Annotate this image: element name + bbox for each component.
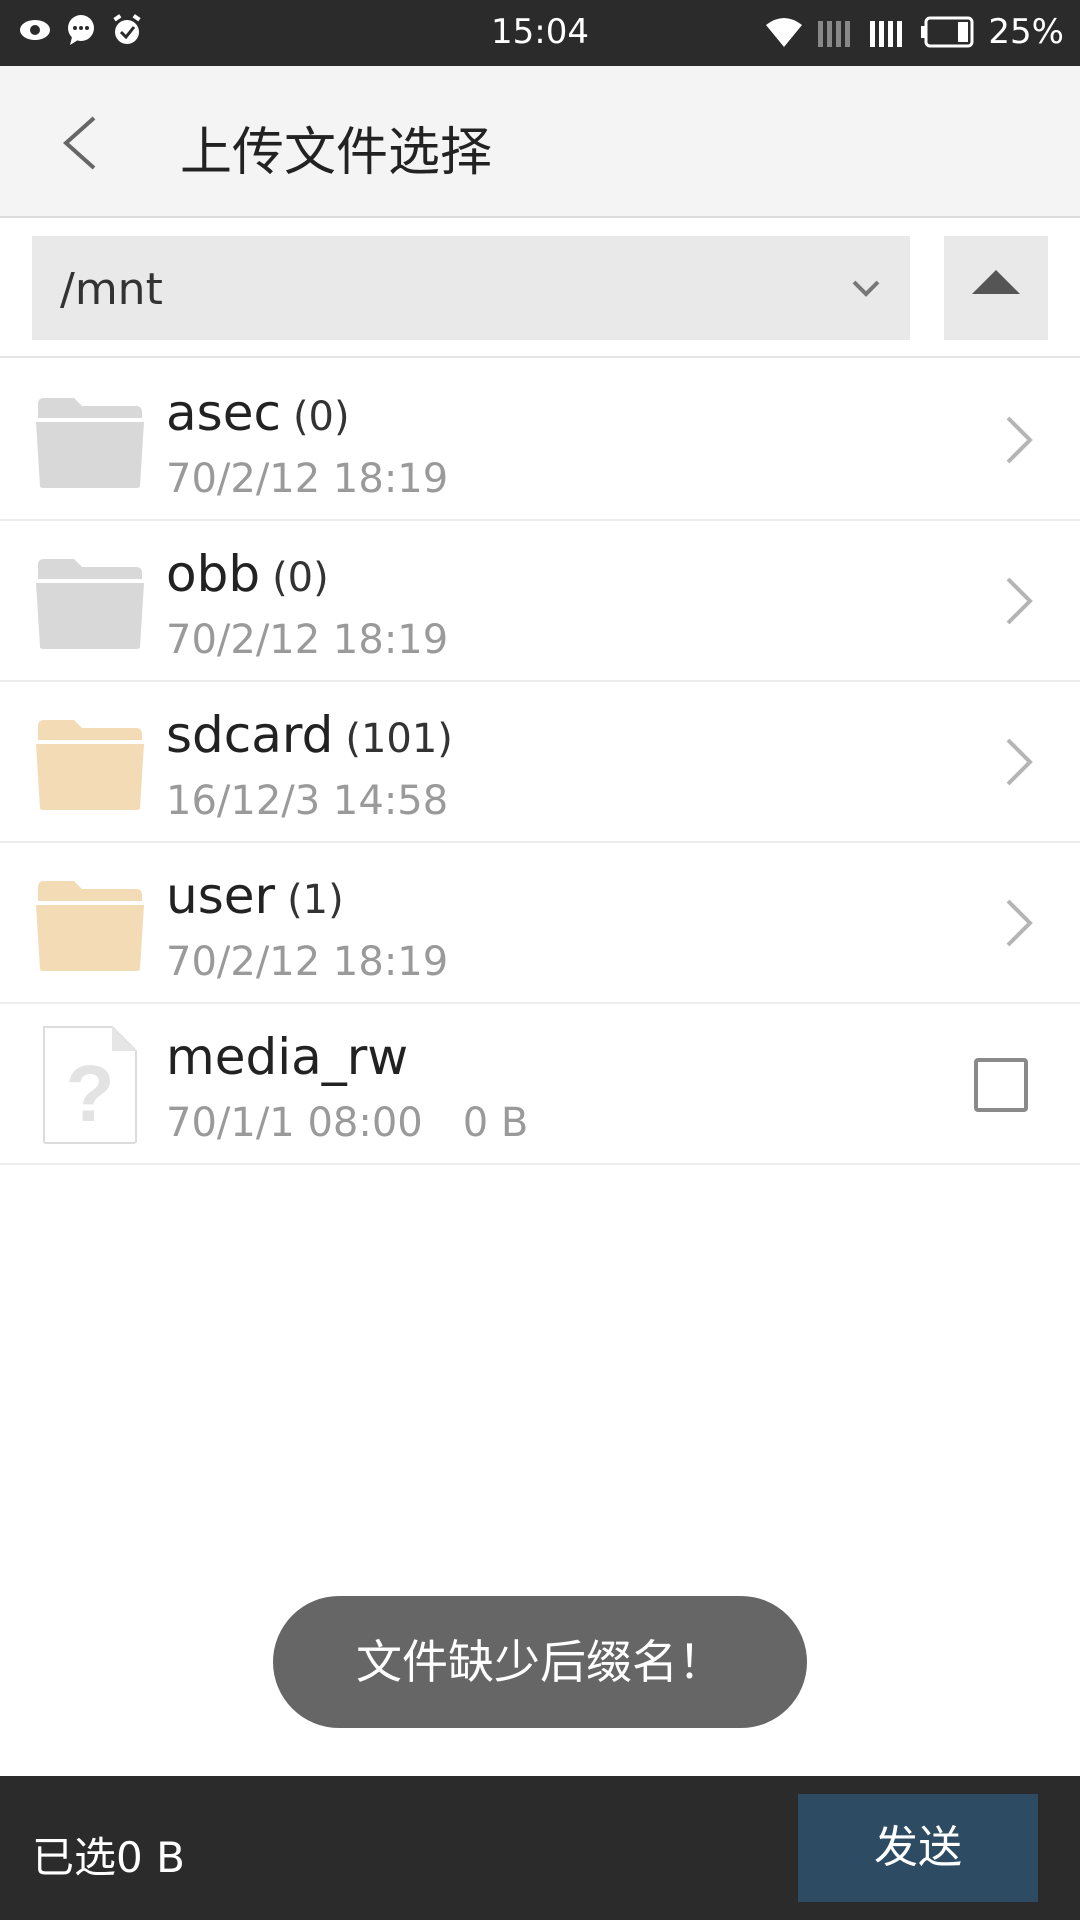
item-count: (1)	[287, 877, 344, 923]
file-name: media_rw	[166, 1028, 409, 1086]
folder-icon	[36, 398, 144, 488]
current-path: /mnt	[60, 264, 163, 315]
list-item[interactable]: ? media_rw 70/1/1 08:00 0 B	[0, 1004, 1080, 1165]
select-checkbox[interactable]	[974, 1058, 1028, 1112]
chevron-right-icon	[1006, 416, 1033, 464]
battery-percent: 25%	[988, 12, 1064, 52]
svg-text:?: ?	[66, 1049, 115, 1138]
wifi-icon	[766, 18, 803, 47]
folder-icon	[36, 720, 144, 810]
file-size: 0 B	[462, 1100, 529, 1146]
path-dropdown[interactable]: /mnt	[32, 236, 910, 340]
chevron-right-icon	[1006, 577, 1033, 625]
file-name: sdcard (101)	[166, 706, 453, 764]
file-date: 16/12/3 14:58	[166, 778, 449, 824]
chevron-right-icon	[1006, 738, 1033, 786]
file-name: user (1)	[166, 867, 344, 925]
parent-directory-button[interactable]	[944, 236, 1048, 340]
triangle-up-icon	[972, 270, 1020, 294]
status-bar: 15:04 25%	[0, 0, 1080, 66]
file-date: 70/2/12 18:19	[166, 617, 449, 663]
selected-size-label: 已选0 B	[32, 1833, 185, 1882]
signal-icon	[818, 21, 851, 47]
chevron-right-icon	[1006, 899, 1033, 947]
file-name: asec (0)	[166, 384, 350, 442]
app-bar: 上传文件选择	[0, 66, 1080, 218]
file-name: obb (0)	[166, 545, 329, 603]
unknown-file-icon: ?	[43, 1026, 137, 1144]
file-date: 70/1/1 08:00	[166, 1100, 423, 1146]
file-date: 70/2/12 18:19	[166, 456, 449, 502]
bottom-bar: 已选0 B 发送	[0, 1776, 1080, 1920]
battery-icon	[921, 16, 974, 48]
item-count: (101)	[345, 716, 453, 762]
status-right-icons: 25%	[764, 12, 1064, 52]
chevron-down-icon	[852, 280, 880, 297]
folder-icon	[36, 881, 144, 971]
item-count: (0)	[272, 555, 329, 601]
toast-message: 文件缺少后缀名！	[273, 1596, 807, 1728]
item-count: (0)	[292, 394, 350, 440]
send-button[interactable]: 发送	[798, 1794, 1038, 1902]
back-button[interactable]	[50, 108, 120, 178]
file-meta: 70/1/1 08:00 0 B	[166, 1100, 528, 1146]
back-arrow-icon	[62, 116, 96, 170]
list-item[interactable]: obb (0) 70/2/12 18:19	[0, 521, 1080, 682]
path-row: /mnt	[0, 220, 1080, 358]
folder-icon	[36, 559, 144, 649]
file-date: 70/2/12 18:19	[166, 939, 449, 985]
page-title: 上传文件选择	[180, 123, 493, 183]
list-item[interactable]: sdcard (101) 16/12/3 14:58	[0, 682, 1080, 843]
signal-icon	[870, 21, 903, 47]
list-item[interactable]: user (1) 70/2/12 18:19	[0, 843, 1080, 1004]
list-item[interactable]: asec (0) 70/2/12 18:19	[0, 360, 1080, 521]
file-list: asec (0) 70/2/12 18:19 obb (0) 70/2/12 18:…	[0, 360, 1080, 1165]
